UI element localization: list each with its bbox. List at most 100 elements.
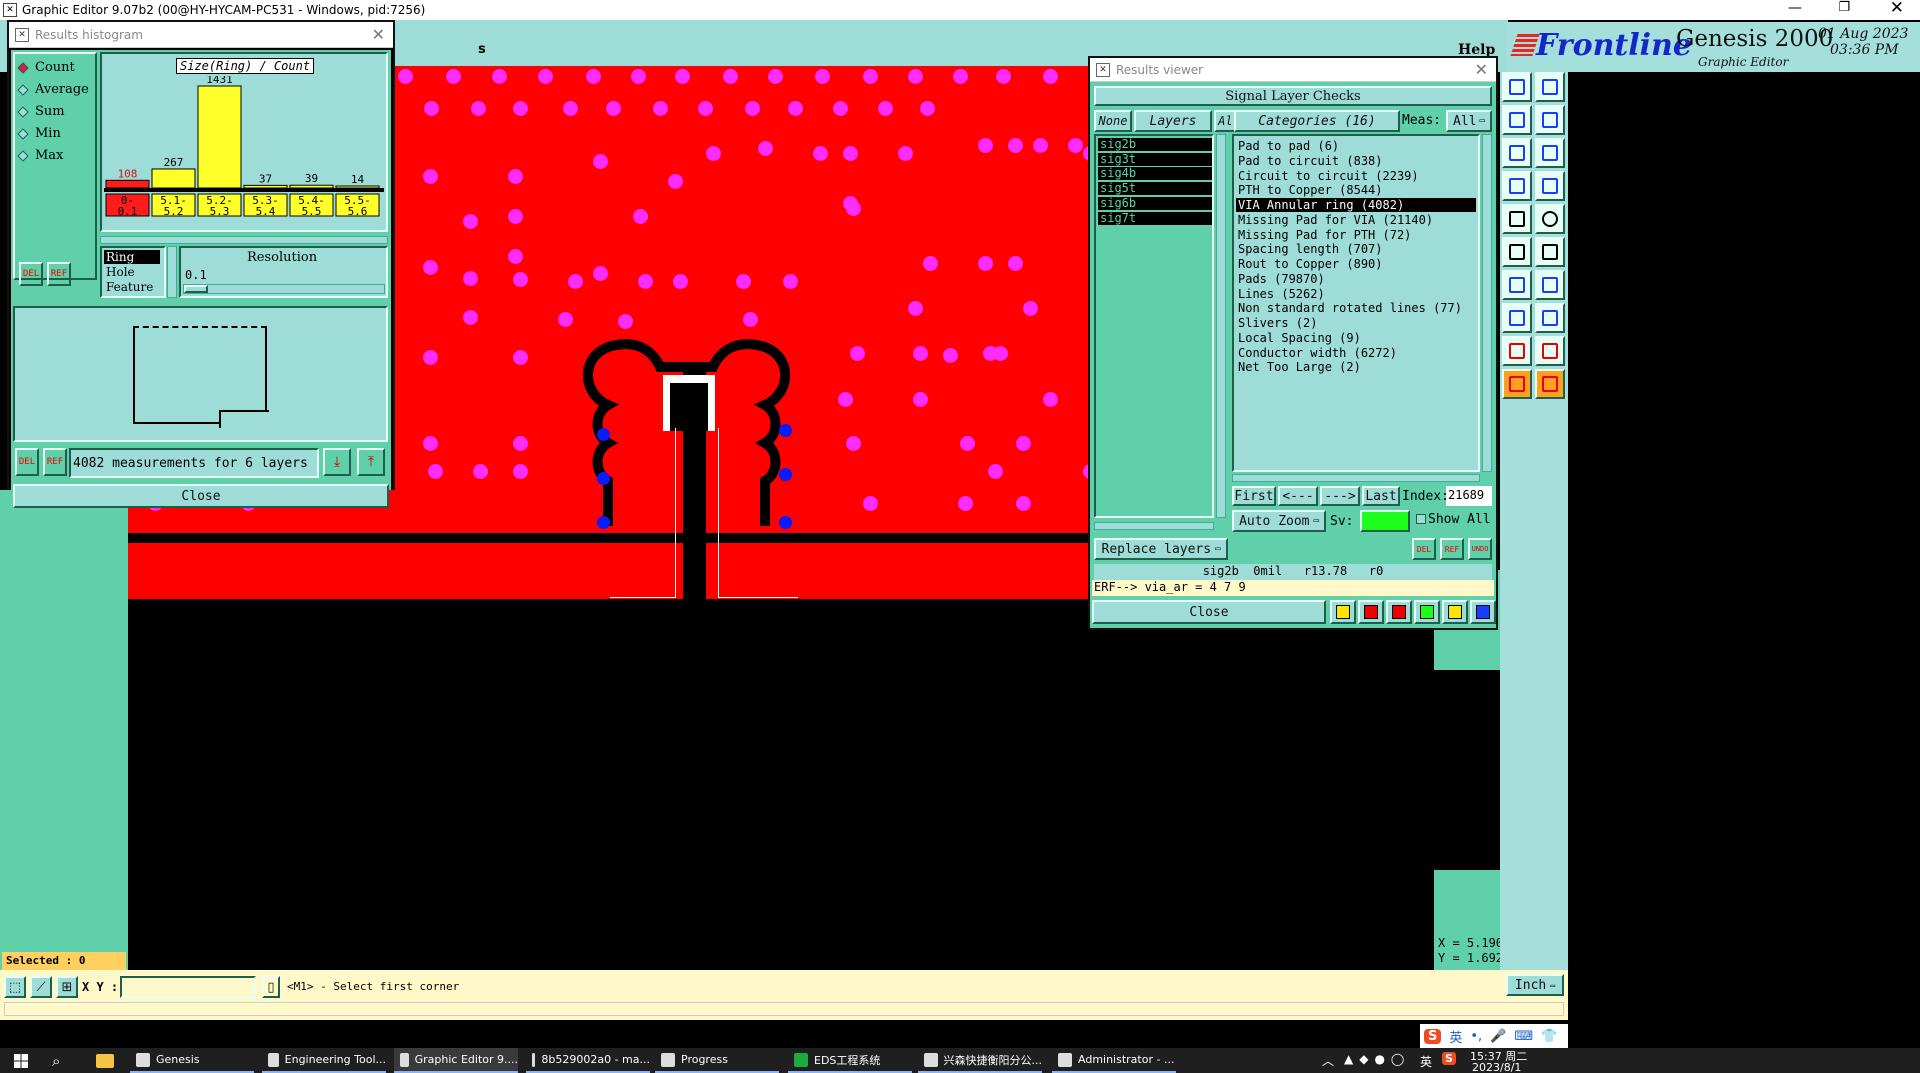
file-explorer-icon[interactable] [96,1054,114,1068]
via-dot[interactable] [597,472,610,485]
type-scrollbar[interactable] [167,246,177,298]
layers-none-button[interactable]: None [1094,110,1132,132]
mode-option-count[interactable]: Count [17,60,75,75]
index-field[interactable]: 21689 [1446,486,1492,506]
category-item[interactable]: VIA Annular ring (4082) [1236,198,1476,212]
layer-item-sig6b[interactable]: sig6b [1098,196,1212,210]
replace-layers-select[interactable]: Replace layers ▭ [1094,538,1228,560]
chart-scrollbar[interactable] [100,236,388,244]
histogram-bar-4[interactable] [289,184,334,189]
number-icon[interactable] [1414,600,1440,624]
viewer-undo-button[interactable]: UNDO [1468,538,1492,560]
category-item[interactable]: Pad to pad (6) [1236,139,1476,153]
categories-toggle[interactable]: Categories (16) [1234,110,1400,132]
type-option-feature[interactable]: Feature [104,280,160,294]
category-item[interactable]: PTH to Copper (8544) [1236,183,1476,197]
tray-chevron-icon[interactable]: ︿ [1322,1052,1334,1069]
category-item[interactable]: Pads (79870) [1236,272,1476,286]
cut-icon[interactable] [1502,105,1532,135]
taskbar-item[interactable]: Engineering Tool... [262,1048,386,1073]
cross-icon[interactable] [1386,600,1412,624]
autozoom-select[interactable]: Auto Zoom ▭ [1232,510,1326,532]
category-item[interactable]: Circuit to circuit (2239) [1236,169,1476,183]
category-item[interactable]: Rout to Copper (890) [1236,257,1476,271]
layer-item-sig7t[interactable]: sig7t [1098,211,1212,225]
hist-ref-button[interactable]: REF [47,262,71,286]
units-select[interactable]: Inch ▭ [1506,974,1564,996]
histogram-close-button[interactable]: Close [13,484,389,508]
mode-option-sum[interactable]: Sum [17,104,65,119]
category-item[interactable]: Conductor width (6272) [1236,346,1476,360]
list-icon[interactable] [1442,600,1468,624]
layer-scrollbar[interactable] [1216,134,1226,518]
via-dot[interactable] [597,428,610,441]
copy-icon[interactable] [1535,303,1565,333]
text-b-icon[interactable] [1535,336,1565,366]
mode-option-average[interactable]: Average [17,82,89,97]
category-item[interactable]: Missing Pad for VIA (21140) [1236,213,1476,227]
first-button[interactable]: First [1232,486,1276,506]
cursor-mode-icon[interactable]: ▯ [262,976,280,998]
skin-icon[interactable]: 👕 [1541,1029,1557,1044]
layer-icon[interactable] [1358,600,1384,624]
category-item[interactable]: Slivers (2) [1236,316,1476,330]
histogram-bar-1[interactable] [151,168,196,189]
viewer-del-button[interactable]: DEL [1412,538,1436,560]
home-icon[interactable] [1502,72,1532,102]
undo-icon[interactable] [1502,270,1532,300]
split-icon[interactable] [1535,105,1565,135]
taskbar-item[interactable]: Administrator - ... [1052,1048,1176,1073]
pointer-icon[interactable] [1502,369,1532,399]
via-dot[interactable] [779,516,792,529]
help-icon[interactable] [1535,138,1565,168]
connect-icon[interactable] [1502,237,1532,267]
start-icon[interactable] [14,1054,28,1068]
export-icon[interactable]: ⤓ [323,448,351,476]
menu-fragment[interactable]: s [478,42,486,57]
tray-ime[interactable]: 英 [1420,1053,1432,1070]
viewer-ref-button[interactable]: REF [1440,538,1464,560]
type-option-ring[interactable]: Ring [104,250,160,264]
category-item[interactable]: Missing Pad for PTH (72) [1236,228,1476,242]
snap-icon[interactable]: ⬚ [4,976,26,998]
ime-language[interactable]: 英 [1449,1027,1462,1046]
resolution-slider[interactable] [183,284,385,294]
mode-option-max[interactable]: Max [17,148,63,163]
type-option-hole[interactable]: Hole [104,265,160,279]
taskbar-item[interactable]: Genesis [130,1048,254,1073]
text-a-icon[interactable] [1502,336,1532,366]
taskbar-item[interactable]: 8b529002a0 - ma... [526,1048,650,1073]
minimize-button[interactable]: — [1788,0,1802,16]
punctuation-icon[interactable]: •, [1470,1029,1482,1044]
mode-option-min[interactable]: Min [17,126,61,141]
via-dot[interactable] [779,468,792,481]
via-dot[interactable] [597,516,610,529]
import-icon[interactable]: ⤒ [357,448,385,476]
hist-del-button[interactable]: DEL [19,262,43,286]
via-dot[interactable] [779,424,792,437]
preview-del-button[interactable]: DEL [15,448,39,476]
frame-icon[interactable] [1502,303,1532,333]
category-item[interactable]: Local Spacing (9) [1236,331,1476,345]
ruler-icon[interactable] [1502,204,1532,234]
next-button[interactable]: ---> [1320,486,1360,506]
last-button[interactable]: Last [1362,486,1400,506]
taskbar-item[interactable]: Progress [655,1048,779,1073]
clock-date[interactable]: 2023/8/1 [1472,1061,1521,1073]
tray-sogou-icon[interactable]: S [1442,1052,1456,1065]
layers-toggle[interactable]: Layers [1134,110,1212,132]
category-item[interactable]: Non standard rotated lines (77) [1236,301,1476,315]
layer-hscrollbar[interactable] [1094,522,1214,530]
taskbar-item[interactable]: Graphic Editor 9.... [394,1048,518,1073]
layer-item-sig4b[interactable]: sig4b [1098,167,1212,181]
sv-color-select[interactable] [1360,510,1410,532]
viewer-close-button[interactable]: Close [1092,600,1326,624]
resolution-slider-thumb[interactable] [184,285,208,293]
category-item[interactable]: Spacing length (707) [1236,242,1476,256]
taskbar-item[interactable]: 兴森快捷衡阳分公... [918,1048,1042,1073]
mic-icon[interactable]: 🎤 [1490,1029,1506,1044]
show-all-checkbox[interactable] [1416,514,1426,524]
category-item[interactable]: Pad to circuit (838) [1236,154,1476,168]
keyboard-icon[interactable]: ⌨ [1514,1029,1533,1044]
preview-ref-button[interactable]: REF [43,448,67,476]
